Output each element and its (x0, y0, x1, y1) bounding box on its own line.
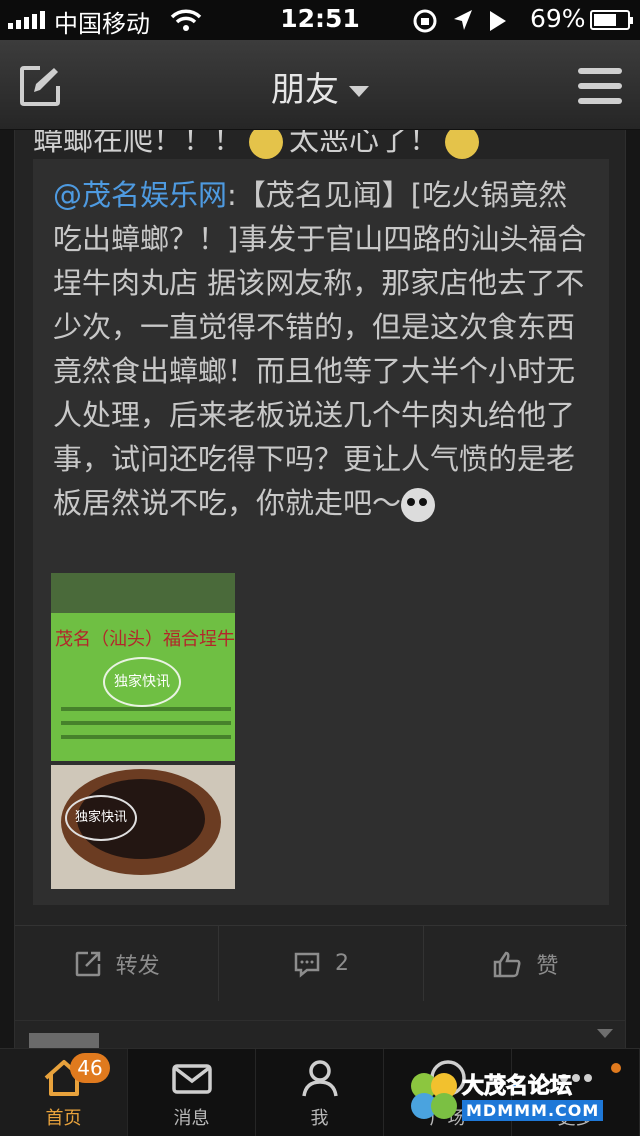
crying-face-emoji-icon (401, 488, 436, 522)
repost-icon (75, 951, 100, 976)
post-image-thumbnail[interactable]: 茂名（汕头）福合埕牛肉丸 独家快讯 (51, 573, 235, 761)
avatar[interactable] (29, 1033, 99, 1048)
emoji-icon (249, 130, 283, 159)
tab-messages[interactable]: 消息 (128, 1049, 256, 1136)
repost-text: @茂名娱乐网:【茂名见闻】[吃火锅竟然吃出蟑螂？！]事发于官山四路的汕头福合埕牛… (53, 173, 593, 525)
message-icon (171, 1064, 212, 1094)
navigation-bar: 朋友 (0, 40, 640, 130)
repost-body: :【茂名见闻】[吃火锅竟然吃出蟑螂？！]事发于官山四路的汕头福合埕牛肉丸店 据该… (53, 178, 587, 520)
watermark-url: MDMMM.COM (462, 1100, 604, 1121)
image-watermark: 独家快讯 (65, 795, 137, 841)
post-card[interactable]: 蟑螂在爬！！！ 太恶心了！ @茂名娱乐网:【茂名见闻】[吃火锅竟然吃出蟑螂？！]事… (14, 130, 627, 1048)
clover-logo-icon (411, 1073, 457, 1119)
comment-icon (294, 952, 320, 978)
post-action-bar: 转发 2 赞 (15, 925, 627, 1001)
like-icon (494, 951, 521, 977)
image-watermark: 独家快讯 (103, 657, 181, 707)
location-icon (454, 10, 472, 30)
like-label: 赞 (536, 953, 559, 979)
forum-watermark: 大茂名论坛 MDMMM.COM (406, 1064, 606, 1130)
repost-label: 转发 (115, 953, 160, 979)
tab-label: 消息 (173, 1108, 210, 1129)
rotation-lock-icon (413, 9, 437, 33)
chevron-down-icon[interactable] (597, 1029, 613, 1038)
feed[interactable]: 蟑螂在爬！！！ 太恶心了！ @茂名娱乐网:【茂名见闻】[吃火锅竟然吃出蟑螂？！]事… (0, 130, 640, 1048)
page-title: 朋友 (271, 70, 339, 110)
post-text-suffix: 太恶心了！ (289, 130, 439, 158)
watermark-title: 大茂名论坛 (461, 1074, 573, 1100)
tab-label: 我 (310, 1108, 329, 1129)
menu-icon[interactable] (578, 68, 622, 104)
post-text: 蟑螂在爬！！！ 太恶心了！ (33, 130, 485, 159)
mention-link[interactable]: @茂名娱乐网 (53, 178, 227, 212)
profile-icon (301, 1060, 338, 1097)
next-post-card[interactable] (14, 1020, 626, 1048)
image-sign-text: 茂名（汕头）福合埕牛肉丸 (55, 629, 235, 650)
tab-home[interactable]: 46 首页 (0, 1049, 128, 1136)
like-button[interactable]: 赞 (424, 926, 627, 1001)
battery-level (594, 14, 617, 26)
post-text-prefix: 蟑螂在爬！！！ (33, 130, 243, 158)
notification-badge: 46 (70, 1053, 110, 1083)
repost-block[interactable]: @茂名娱乐网:【茂名见闻】[吃火锅竟然吃出蟑螂？！]事发于官山四路的汕头福合埕牛… (33, 159, 609, 905)
status-bar: 中国移动 12:51 69% (0, 0, 640, 40)
new-indicator-dot (611, 1063, 621, 1073)
nav-title-dropdown[interactable]: 朋友 (0, 62, 640, 111)
dropdown-caret-icon (349, 86, 369, 97)
battery-icon (590, 10, 633, 30)
post-image-thumbnail[interactable]: 独家快讯 (51, 765, 235, 889)
battery-percentage: 69% (530, 4, 586, 33)
comment-button[interactable]: 2 (219, 926, 424, 1001)
tab-label: 首页 (45, 1108, 82, 1129)
tab-profile[interactable]: 我 (256, 1049, 384, 1136)
play-icon (490, 11, 506, 31)
emoji-icon (445, 130, 479, 159)
repost-button[interactable]: 转发 (15, 926, 220, 1001)
comment-count: 2 (334, 951, 349, 976)
